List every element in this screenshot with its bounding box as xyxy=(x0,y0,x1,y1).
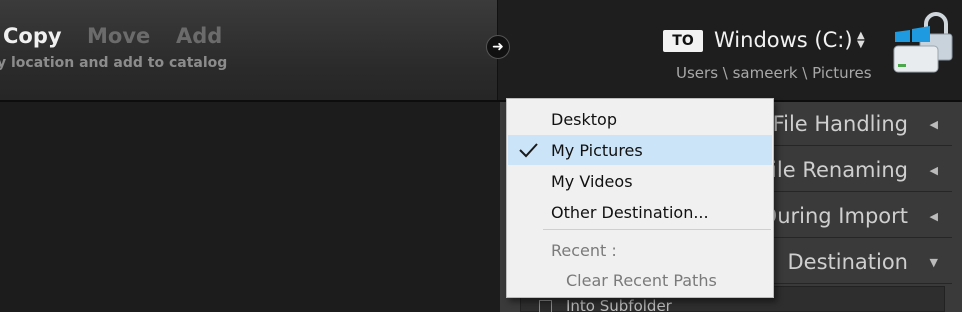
triangle-down-icon: ▼ xyxy=(929,256,938,269)
destination-dropdown-menu: Desktop My Pictures My Videos Other Dest… xyxy=(506,98,774,298)
destination-label: Destination xyxy=(787,250,908,274)
up-down-arrows-icon[interactable]: ▲ ▼ xyxy=(857,31,865,50)
windows-drive-lock-icon xyxy=(893,12,953,73)
move-mode-button[interactable]: Move xyxy=(87,24,150,48)
destination-path: Users \ sameerk \ Pictures xyxy=(676,64,872,82)
to-badge: TO xyxy=(663,30,703,52)
file-handling-label: File Handling xyxy=(772,112,908,136)
file-renaming-label: File Renaming xyxy=(760,158,909,182)
copy-mode-button[interactable]: Copy xyxy=(3,24,62,48)
menu-item-label: Desktop xyxy=(551,110,617,129)
menu-item-desktop[interactable]: Desktop xyxy=(508,104,772,134)
menu-item-other-destination[interactable]: Other Destination... xyxy=(508,197,772,227)
into-subfolder-label: Into Subfolder xyxy=(566,297,672,312)
clear-recent-paths-item[interactable]: Clear Recent Paths xyxy=(566,271,717,290)
menu-item-label: Other Destination... xyxy=(551,203,709,222)
menu-item-my-pictures[interactable]: My Pictures xyxy=(508,135,772,165)
menu-separator xyxy=(543,229,771,230)
checkmark-icon xyxy=(519,143,538,158)
menu-item-my-videos[interactable]: My Videos xyxy=(508,166,772,196)
during-import-label: During Import xyxy=(761,204,908,228)
mode-description: y location and add to catalog xyxy=(0,55,228,71)
triangle-left-icon: ◀ xyxy=(929,118,938,131)
add-mode-button[interactable]: Add xyxy=(176,24,222,48)
import-mode-bar: Copy Move Add y location and add to cata… xyxy=(0,0,497,100)
destination-drive-selector[interactable]: Windows (C:) xyxy=(714,28,853,52)
triangle-left-icon: ◀ xyxy=(929,210,938,223)
recent-label: Recent : xyxy=(551,241,617,260)
into-subfolder-checkbox[interactable] xyxy=(539,300,552,312)
menu-item-label: My Videos xyxy=(551,172,633,191)
arrow-right-icon: ➜ xyxy=(486,35,510,59)
triangle-left-icon: ◀ xyxy=(929,164,938,177)
menu-item-label: My Pictures xyxy=(551,141,643,160)
